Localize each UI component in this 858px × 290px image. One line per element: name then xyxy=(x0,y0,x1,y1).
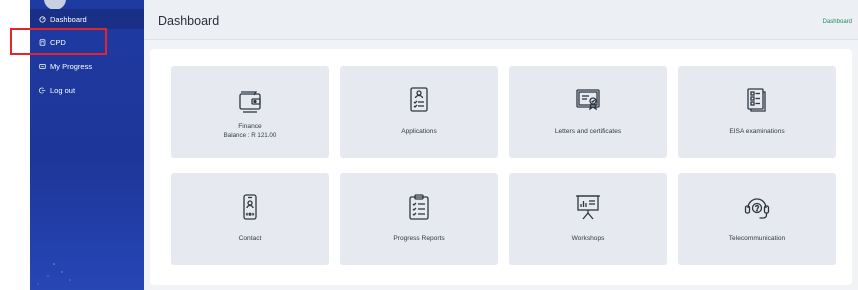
sidebar-item-my-progress[interactable]: My Progress xyxy=(30,56,144,76)
tile-label: Telecommunication xyxy=(728,235,786,242)
tile-letters-and-certificates[interactable]: Letters and certificates xyxy=(509,66,667,158)
wallet-icon xyxy=(235,85,265,115)
dashboard-icon xyxy=(39,15,46,23)
main-content: Dashboard Dashboard Finance Balance : R … xyxy=(144,0,858,290)
certificate-icon xyxy=(573,85,603,115)
tile-label: Progress Reports xyxy=(393,235,445,242)
calculator-icon xyxy=(39,38,46,46)
tile-sublabel: Balance : R 121.00 xyxy=(223,132,277,139)
tile-applications[interactable]: Applications xyxy=(340,66,498,158)
sidebar-item-label: My Progress xyxy=(50,61,93,71)
tile-eisa-examinations[interactable]: EISA examinations xyxy=(678,66,836,158)
sidebar-item-log-out[interactable]: Log out xyxy=(30,80,144,100)
tile-label: Workshops xyxy=(571,235,605,242)
breadcrumb[interactable]: Dashboard xyxy=(823,19,852,25)
tile-telecommunication[interactable]: Telecommunication xyxy=(678,173,836,265)
page-header: Dashboard Dashboard xyxy=(144,0,858,40)
phone-contact-icon xyxy=(235,192,265,222)
sidebar-item-cpd[interactable]: CPD xyxy=(30,32,144,52)
progress-icon xyxy=(39,63,46,70)
tile-label: Contact xyxy=(238,235,262,242)
tile-finance[interactable]: Finance Balance : R 121.00 xyxy=(171,66,329,158)
logout-icon xyxy=(39,87,46,94)
sidebar-item-label: Dashboard xyxy=(50,14,87,24)
decorative-stars xyxy=(37,263,71,285)
left-blank-strip xyxy=(0,0,30,290)
tile-label: EISA examinations xyxy=(729,128,785,135)
page-title: Dashboard xyxy=(158,14,220,28)
exam-documents-icon xyxy=(742,85,772,115)
sidebar: Dashboard CPD My Progress Log out xyxy=(30,0,144,290)
tile-contact[interactable]: Contact xyxy=(171,173,329,265)
sidebar-item-dashboard[interactable]: Dashboard xyxy=(30,9,144,29)
sidebar-item-label: CPD xyxy=(50,37,66,47)
application-form-icon xyxy=(404,85,434,115)
headset-icon xyxy=(742,192,772,222)
tile-label: Letters and certificates xyxy=(554,128,622,135)
presentation-board-icon xyxy=(573,192,603,222)
clipboard-report-icon xyxy=(404,192,434,222)
tiles-panel: Finance Balance : R 121.00 Applications xyxy=(150,49,852,285)
tile-label: Finance xyxy=(238,123,262,130)
tile-workshops[interactable]: Workshops xyxy=(509,173,667,265)
tile-progress-reports[interactable]: Progress Reports xyxy=(340,173,498,265)
tile-label: Applications xyxy=(401,128,437,135)
sidebar-item-label: Log out xyxy=(50,85,76,95)
